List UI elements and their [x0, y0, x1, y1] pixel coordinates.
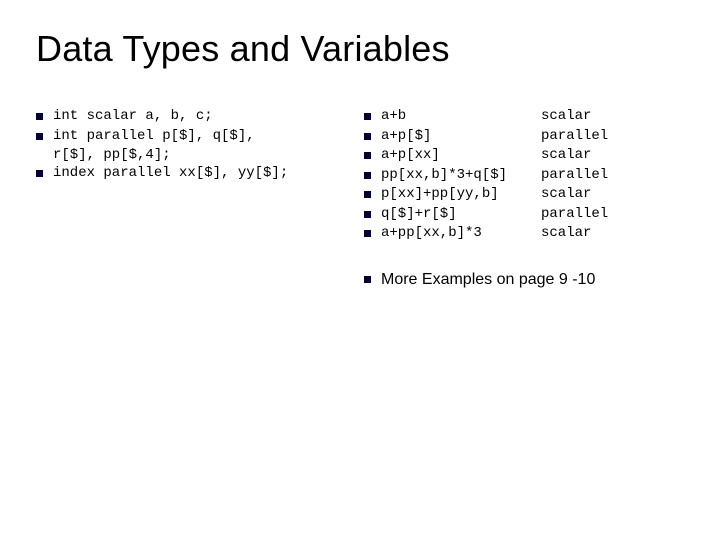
- result-kind: scalar: [541, 186, 684, 204]
- list-item: q[$]+r[$] parallel: [364, 206, 684, 224]
- square-bullet-icon: [364, 230, 371, 237]
- list-item: index parallel xx[$], yy[$];: [36, 165, 336, 183]
- list-item: a+p[xx] scalar: [364, 147, 684, 165]
- square-bullet-icon: [36, 113, 43, 120]
- square-bullet-icon: [364, 133, 371, 140]
- square-bullet-icon: [36, 133, 43, 140]
- list-item: a+b scalar: [364, 108, 684, 126]
- square-bullet-icon: [364, 191, 371, 198]
- square-bullet-icon: [364, 276, 371, 283]
- expression: a+pp[xx,b]*3: [381, 225, 541, 243]
- list-item: a+pp[xx,b]*3 scalar: [364, 225, 684, 243]
- code-line: int parallel p[$], q[$],: [53, 128, 255, 146]
- square-bullet-icon: [364, 113, 371, 120]
- expression: pp[xx,b]*3+q[$]: [381, 167, 541, 185]
- result-kind: parallel: [541, 128, 684, 146]
- expression: p[xx]+pp[yy,b]: [381, 186, 541, 204]
- page-title: Data Types and Variables: [36, 28, 684, 70]
- expression: q[$]+r[$]: [381, 206, 541, 224]
- expression: a+p[$]: [381, 128, 541, 146]
- code-line: int scalar a, b, c;: [53, 108, 213, 126]
- slide: Data Types and Variables int scalar a, b…: [0, 0, 720, 540]
- result-kind: parallel: [541, 167, 684, 185]
- list-item: int scalar a, b, c;: [36, 108, 336, 126]
- more-examples-text: More Examples on page 9 -10: [381, 271, 595, 289]
- result-kind: parallel: [541, 206, 684, 224]
- square-bullet-icon: [36, 170, 43, 177]
- square-bullet-icon: [364, 152, 371, 159]
- right-column: a+b scalar a+p[$] parallel a+p[xx] scala…: [364, 108, 684, 289]
- content-columns: int scalar a, b, c; int parallel p[$], q…: [36, 108, 684, 289]
- code-line-continuation: r[$], pp[$,4];: [53, 147, 336, 165]
- list-item: More Examples on page 9 -10: [364, 271, 684, 289]
- list-item: a+p[$] parallel: [364, 128, 684, 146]
- square-bullet-icon: [364, 172, 371, 179]
- expression: a+b: [381, 108, 541, 126]
- expression: a+p[xx]: [381, 147, 541, 165]
- result-kind: scalar: [541, 147, 684, 165]
- list-item: int parallel p[$], q[$],: [36, 128, 336, 146]
- list-item: pp[xx,b]*3+q[$] parallel: [364, 167, 684, 185]
- list-item: p[xx]+pp[yy,b] scalar: [364, 186, 684, 204]
- square-bullet-icon: [364, 211, 371, 218]
- code-line: index parallel xx[$], yy[$];: [53, 165, 288, 183]
- left-column: int scalar a, b, c; int parallel p[$], q…: [36, 108, 336, 289]
- result-kind: scalar: [541, 225, 684, 243]
- result-kind: scalar: [541, 108, 684, 126]
